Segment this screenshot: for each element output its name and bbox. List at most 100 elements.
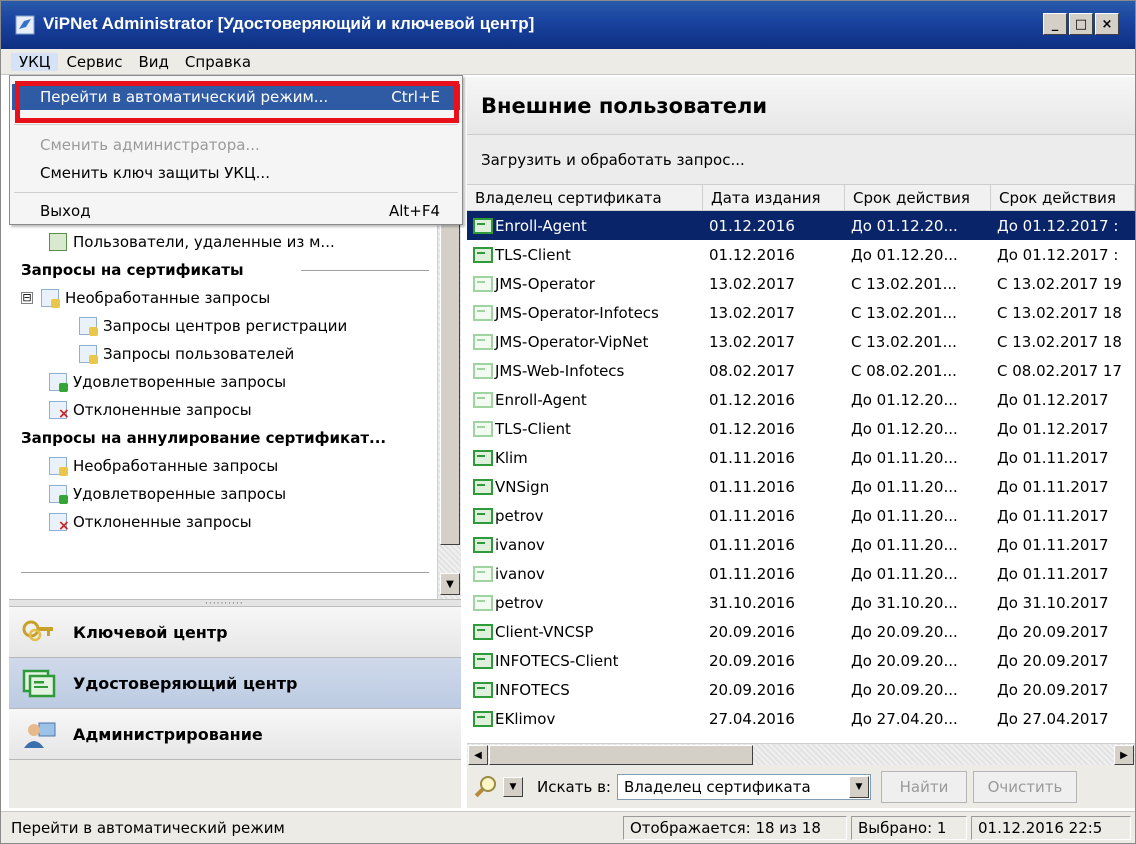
cell-owner: petrov bbox=[467, 501, 703, 530]
table-row[interactable]: ivanov 01.11.2016 До 01.11.20... До 01.11.2… bbox=[467, 530, 1135, 559]
cell-text: До 01.12.20... bbox=[851, 216, 958, 235]
certificate-icon bbox=[473, 333, 493, 350]
table-row[interactable]: VNSign 01.11.2016 До 01.11.20... До 01.11.2… bbox=[467, 472, 1135, 501]
clear-button[interactable]: Очистить bbox=[972, 770, 1077, 803]
scroll-left-arrow-icon[interactable]: ◀ bbox=[468, 745, 488, 765]
cell-issued: 01.12.2016 bbox=[703, 211, 845, 240]
table-row[interactable]: ivanov 01.11.2016 До 01.11.20... До 01.11.2… bbox=[467, 559, 1135, 588]
scrollbar-thumb[interactable] bbox=[489, 745, 753, 765]
cell-text: 13.02.2017 bbox=[709, 303, 795, 322]
menu-item-label: Выход bbox=[40, 202, 91, 220]
table-row[interactable]: JMS-Operator 13.02.2017 С 13.02.201... С 13… bbox=[467, 269, 1135, 298]
table-row[interactable]: JMS-Web-Infotecs 08.02.2017 С 08.02.201...… bbox=[467, 356, 1135, 385]
column-header-issued[interactable]: Дата издания bbox=[703, 185, 845, 211]
menu-help[interactable]: Справка bbox=[177, 53, 259, 71]
find-button[interactable]: Найти bbox=[880, 770, 967, 803]
scroll-right-arrow-icon[interactable]: ▶ bbox=[1114, 745, 1134, 765]
tree-item-revocation-approved[interactable]: Удовлетворенные запросы bbox=[49, 481, 286, 507]
cell-text: 01.11.2016 bbox=[709, 506, 795, 525]
certificate-icon bbox=[473, 449, 493, 466]
vipnet-app-icon bbox=[15, 15, 35, 35]
pane-splitter[interactable]: ·········· bbox=[9, 599, 461, 609]
menu-item-exit[interactable]: Выход Alt+F4 bbox=[12, 198, 460, 224]
tree-section-revocation-requests[interactable]: Запросы на аннулирование сертификат... bbox=[21, 425, 386, 451]
tree-item-rejected-requests[interactable]: Отклоненные запросы bbox=[49, 397, 252, 423]
table-row[interactable]: petrov 31.10.2016 До 31.10.20... До 31.10.2… bbox=[467, 588, 1135, 617]
cell-validity2: До 20.09.2017 bbox=[991, 646, 1135, 675]
certificate-icon bbox=[473, 594, 493, 611]
table-row[interactable]: TLS-Client 01.12.2016 До 01.12.20... До 01.… bbox=[467, 414, 1135, 443]
collapse-toggle[interactable]: ⊟ bbox=[21, 292, 33, 304]
tree-section-label: Запросы на сертификаты bbox=[21, 261, 244, 279]
column-header-owner[interactable]: Владелец сертификата bbox=[467, 185, 703, 211]
search-icon[interactable] bbox=[473, 774, 499, 800]
close-button[interactable]: × bbox=[1095, 13, 1119, 35]
cell-issued: 01.11.2016 bbox=[703, 530, 845, 559]
column-header-validity[interactable]: Срок действия bbox=[845, 185, 991, 211]
certificate-icon bbox=[473, 391, 493, 408]
cell-text: С 08.02.2017 17 bbox=[997, 361, 1122, 380]
table-row[interactable]: EKlimov 27.04.2016 До 27.04.20... До 27.04.… bbox=[467, 704, 1135, 733]
tree-item-revocation-rejected[interactable]: Отклоненные запросы bbox=[49, 509, 252, 535]
app-window: ViPNet Administrator [Удостоверяющий и к… bbox=[0, 0, 1136, 844]
pending-request-icon bbox=[79, 345, 98, 364]
tree-section-cert-requests[interactable]: Запросы на сертификаты bbox=[21, 257, 244, 283]
cell-text: 01.12.2016 bbox=[709, 216, 795, 235]
tree-item-unprocessed-requests[interactable]: ⊟ Необработанные запросы bbox=[21, 285, 270, 311]
table-row[interactable]: JMS-Operator-Infotecs 13.02.2017 С 13.02.2… bbox=[467, 298, 1135, 327]
table-row[interactable]: JMS-Operator-VipNet 13.02.2017 С 13.02.201… bbox=[467, 327, 1135, 356]
tree-item-user-requests[interactable]: Запросы пользователей bbox=[79, 341, 294, 367]
minimize-button[interactable]: _ bbox=[1043, 13, 1067, 35]
maximize-button[interactable]: □ bbox=[1069, 13, 1093, 35]
table-row[interactable]: Enroll-Agent 01.12.2016 До 01.12.20... До 0… bbox=[467, 385, 1135, 414]
table-row[interactable]: INFOTECS 20.09.2016 До 20.09.20... До 20.09… bbox=[467, 675, 1135, 704]
ukc-dropdown-menu: Перейти в автоматический режим... Ctrl+E… bbox=[9, 75, 463, 225]
menu-item-automatic-mode[interactable]: Перейти в автоматический режим... Ctrl+E bbox=[12, 84, 460, 110]
menu-item-change-protection-key[interactable]: Сменить ключ защиты УКЦ... bbox=[12, 160, 460, 186]
menu-ukc[interactable]: УКЦ bbox=[11, 52, 59, 71]
title-bar[interactable]: ViPNet Administrator [Удостоверяющий и к… bbox=[1, 1, 1135, 49]
cell-owner: Klim bbox=[467, 443, 703, 472]
nav-key-center[interactable]: Ключевой центр bbox=[9, 607, 461, 658]
tree-item-approved-requests[interactable]: Удовлетворенные запросы bbox=[49, 369, 286, 395]
table-header: Владелец сертификата Дата издания Срок д… bbox=[467, 185, 1135, 211]
menu-service[interactable]: Сервис bbox=[58, 53, 130, 71]
cell-text: 20.09.2016 bbox=[709, 680, 795, 699]
table-row[interactable]: TLS-Client 01.12.2016 До 01.12.20... До 01.… bbox=[467, 240, 1135, 269]
menu-view[interactable]: Вид bbox=[131, 53, 177, 71]
menu-item-change-admin: Сменить администратора... bbox=[12, 132, 460, 158]
scroll-down-arrow-icon[interactable]: ▼ bbox=[440, 573, 460, 595]
table-horizontal-scrollbar[interactable]: ◀ ▶ bbox=[467, 743, 1135, 765]
cell-validity: До 01.11.20... bbox=[845, 472, 991, 501]
cell-text: До 20.09.20... bbox=[851, 680, 958, 699]
chevron-down-icon[interactable]: ▼ bbox=[848, 775, 869, 798]
cell-text: С 13.02.2017 18 bbox=[997, 303, 1122, 322]
column-header-validity-2[interactable]: Срок действия bbox=[991, 185, 1135, 211]
table-row[interactable]: Klim 01.11.2016 До 01.11.20... До 01.11.201… bbox=[467, 443, 1135, 472]
nav-certificate-center[interactable]: Удостоверяющий центр bbox=[9, 658, 461, 709]
status-shown-count: Отображается: 18 из 18 bbox=[623, 816, 847, 840]
users-icon bbox=[49, 233, 67, 251]
nav-administration[interactable]: Администрирование bbox=[9, 709, 461, 760]
cell-validity2: До 01.11.2017 bbox=[991, 472, 1135, 501]
cell-validity2: С 13.02.2017 18 bbox=[991, 298, 1135, 327]
table-row[interactable]: petrov 01.11.2016 До 01.11.20... До 01.11.2… bbox=[467, 501, 1135, 530]
cell-owner: petrov bbox=[467, 588, 703, 617]
table-row[interactable]: Enroll-Agent 01.12.2016 До 01.12.20... До 0… bbox=[467, 211, 1135, 240]
tree-item-revocation-unprocessed[interactable]: Необработанные запросы bbox=[49, 453, 278, 479]
cell-text: До 01.11.2017 bbox=[997, 535, 1109, 554]
cell-owner: Enroll-Agent bbox=[467, 385, 703, 414]
cell-text: До 01.12.20... bbox=[851, 390, 958, 409]
cell-text: С 13.02.201... bbox=[851, 303, 957, 322]
cell-validity: До 01.11.20... bbox=[845, 559, 991, 588]
table-row[interactable]: INFOTECS-Client 20.09.2016 До 20.09.20... Д… bbox=[467, 646, 1135, 675]
cell-owner: TLS-Client bbox=[467, 414, 703, 443]
load-request-link[interactable]: Загрузить и обработать запрос... bbox=[481, 151, 745, 169]
tree-item-registration-center-requests[interactable]: Запросы центров регистрации bbox=[79, 313, 347, 339]
cell-validity: С 08.02.201... bbox=[845, 356, 991, 385]
search-options-dropdown[interactable]: ▼ bbox=[503, 776, 523, 797]
search-field-select[interactable]: Владелец сертификата ▼ bbox=[616, 773, 871, 800]
cell-text: TLS-Client bbox=[495, 245, 571, 264]
table-row[interactable]: Client-VNCSP 20.09.2016 До 20.09.20... До 2… bbox=[467, 617, 1135, 646]
tree-item-removed-users[interactable]: Пользователи, удаленные из м... bbox=[49, 229, 335, 255]
